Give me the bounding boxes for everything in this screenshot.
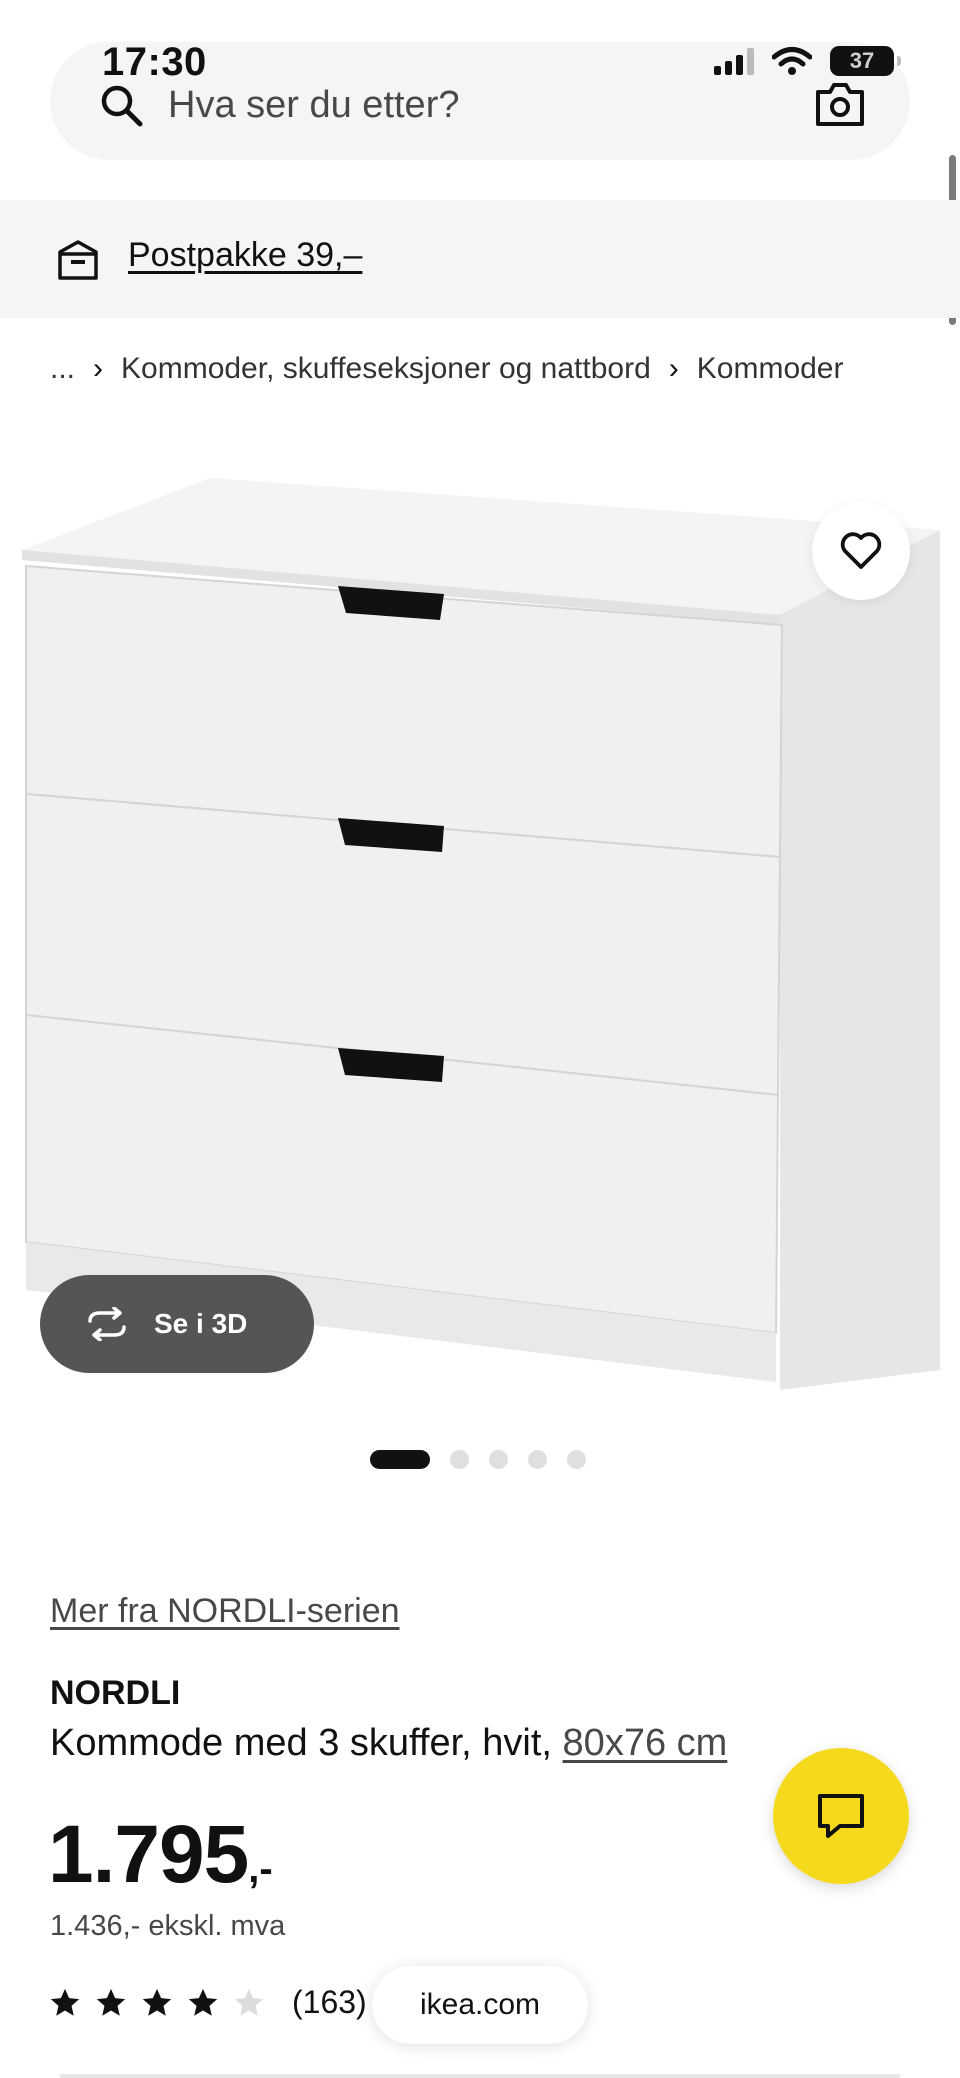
chat-button[interactable] (773, 1748, 909, 1884)
carousel-dot[interactable] (567, 1450, 586, 1469)
carousel-dot[interactable] (370, 1450, 430, 1469)
cellular-signal-icon (714, 47, 754, 75)
price-main: 1.795 (48, 1809, 249, 1900)
price: 1.795 ,- (48, 1808, 273, 1902)
search-icon (101, 85, 143, 127)
breadcrumb: ... › Kommoder, skuffeseksjoner og nattb… (50, 352, 843, 386)
chevron-right-icon: › (668, 352, 679, 385)
carousel-dot[interactable] (489, 1450, 508, 1469)
rotate-3d-icon (88, 1307, 126, 1341)
status-time: 17:30 (102, 40, 207, 84)
product-description-text: Kommode med 3 skuffer, hvit, (50, 1722, 552, 1764)
chat-icon (818, 1794, 864, 1838)
review-count[interactable]: (163) (292, 1984, 367, 2021)
carousel-dot[interactable] (450, 1450, 469, 1469)
series-link[interactable]: Mer fra NORDLI-serien (50, 1592, 400, 1631)
product-image[interactable] (0, 470, 960, 1400)
product-name: NORDLI (50, 1674, 181, 1712)
postpakke-link[interactable]: Postpakke 39,– (128, 236, 362, 275)
star-empty-icon (234, 1988, 264, 2016)
status-icons: 37 (714, 46, 901, 76)
parcel-box-icon (58, 240, 98, 280)
view-3d-label: Se i 3D (154, 1308, 248, 1339)
price-suffix: ,- (248, 1847, 273, 1891)
view-3d-button[interactable]: Se i 3D (40, 1275, 314, 1373)
wifi-icon (772, 47, 812, 75)
browser-url-pill[interactable]: ikea.com (372, 1966, 588, 2044)
favorite-button[interactable] (812, 502, 910, 600)
breadcrumb-ellipsis[interactable]: ... (50, 352, 75, 386)
star-filled-icon (188, 1988, 218, 2016)
product-description: Kommode med 3 skuffer, hvit, 80x76 cm (50, 1722, 727, 1765)
camera-icon[interactable] (814, 80, 866, 128)
divider (60, 2074, 900, 2078)
breadcrumb-item-kommoder[interactable]: Kommoder (697, 352, 844, 386)
browser-url: ikea.com (419, 1988, 541, 2021)
battery-icon: 37 (830, 46, 901, 76)
star-filled-icon (50, 1988, 80, 2016)
heart-icon (840, 532, 882, 569)
star-filled-icon (142, 1988, 172, 2016)
delivery-banner[interactable]: Postpakke 39,– (0, 200, 960, 318)
star-filled-icon (96, 1988, 126, 2016)
chevron-right-icon: › (93, 352, 104, 385)
price-ex-vat: 1.436,- ekskl. mva (50, 1910, 286, 1942)
carousel-dot[interactable] (528, 1450, 547, 1469)
search-input[interactable] (168, 80, 768, 130)
breadcrumb-item-kommoder-skuffeseksjoner[interactable]: Kommoder, skuffeseksjoner og nattbord (121, 352, 651, 386)
carousel-indicator (370, 1450, 586, 1469)
rating[interactable]: (163) (48, 1984, 367, 2021)
size-link[interactable]: 80x76 cm (563, 1722, 728, 1764)
